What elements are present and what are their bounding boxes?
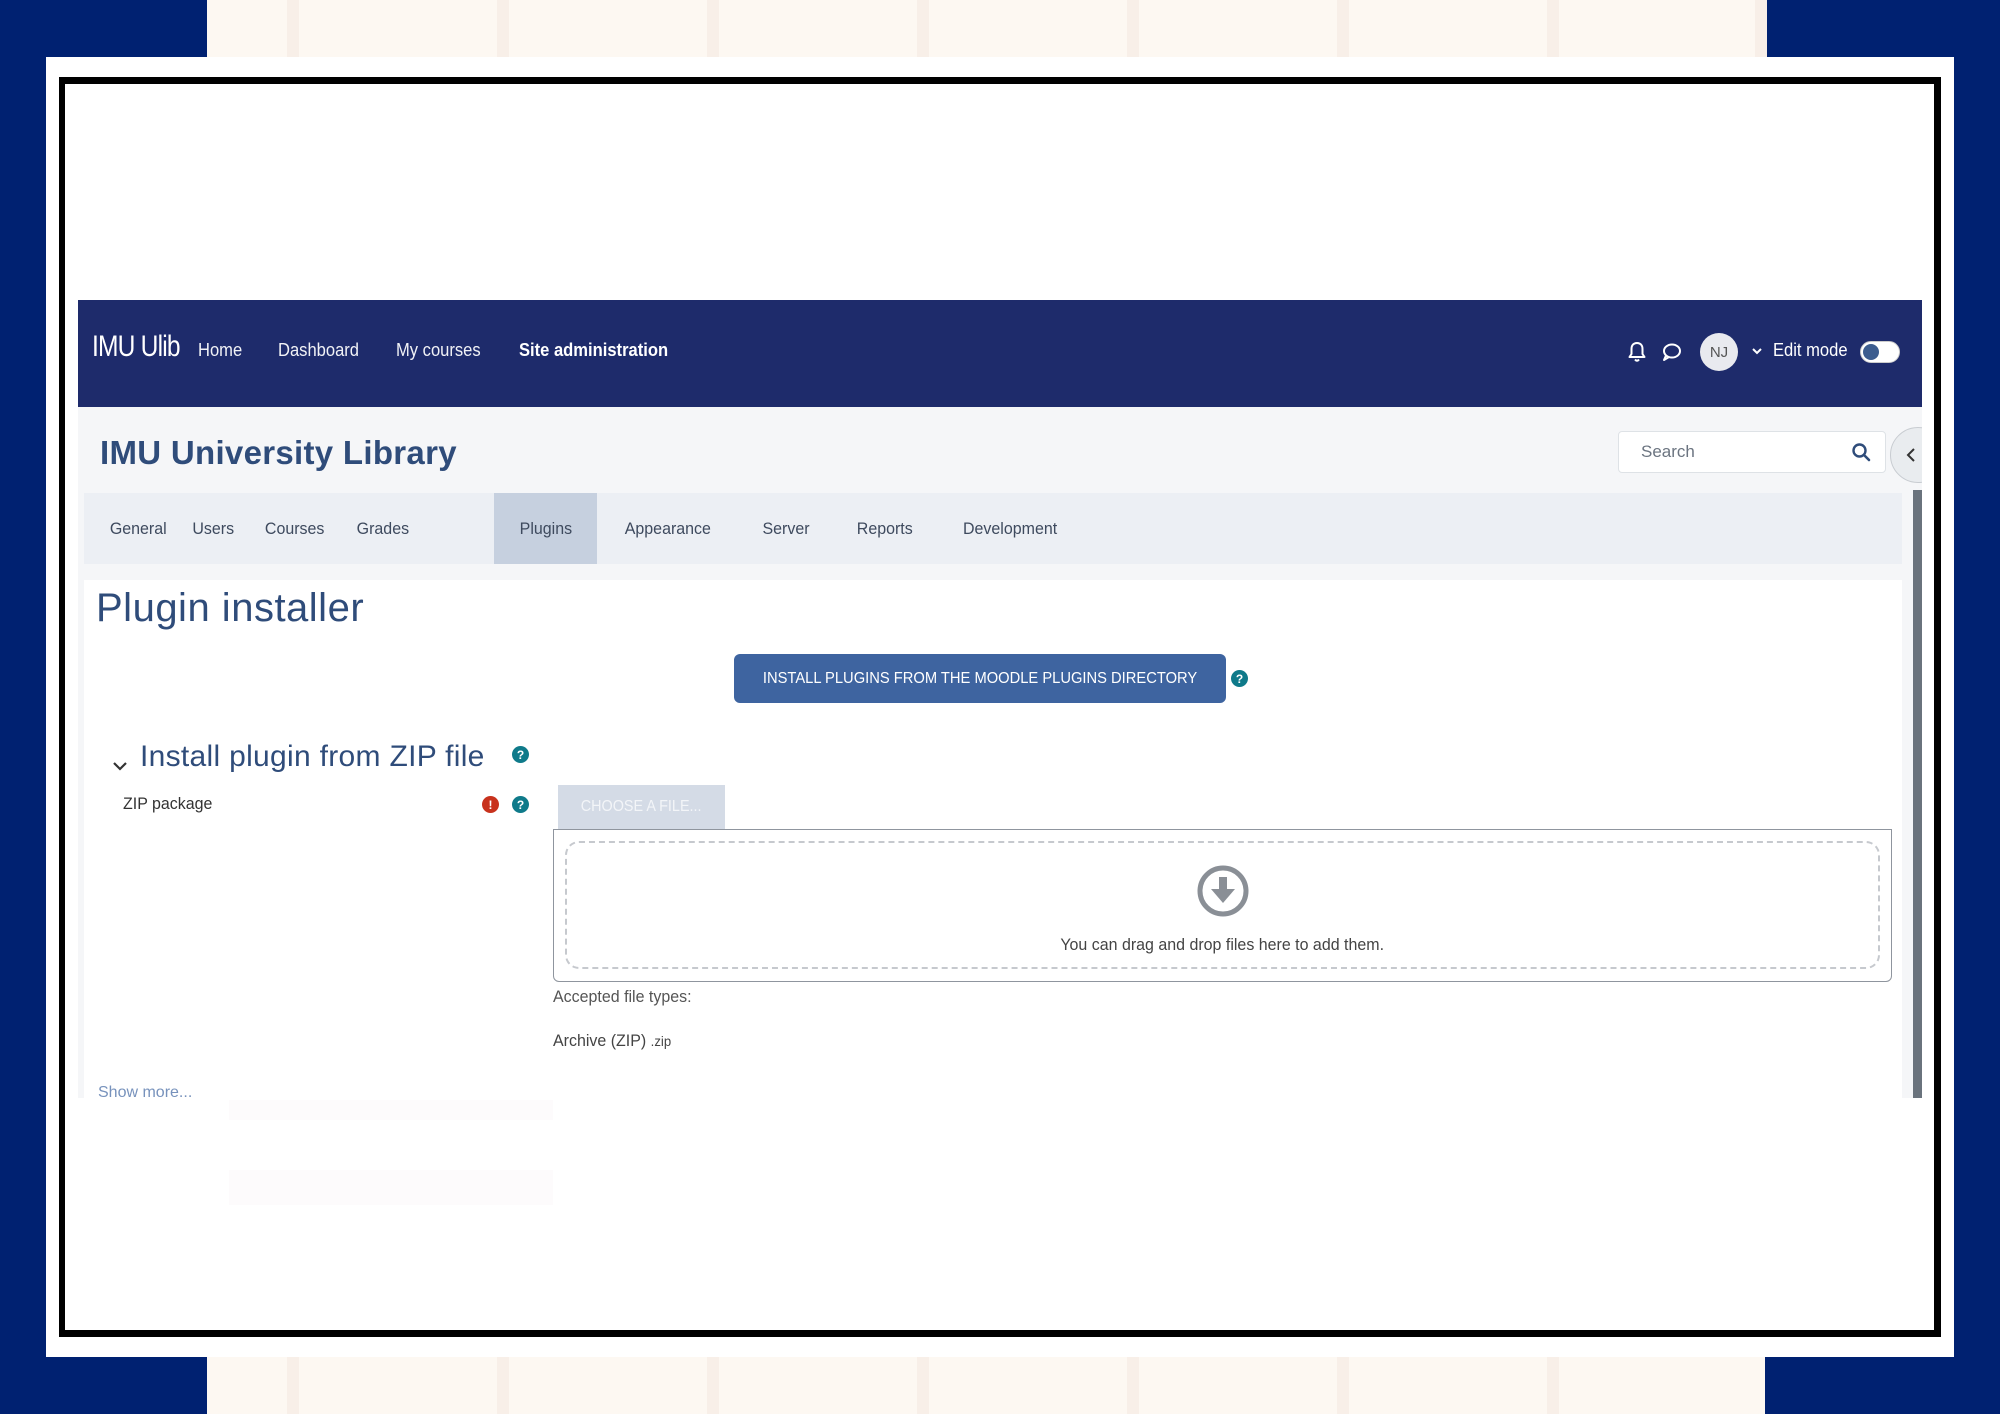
button-label: CHOOSE A FILE... <box>581 798 702 815</box>
stripe <box>497 0 509 57</box>
tab-label: General <box>109 518 167 538</box>
dropzone-text-label: You can drag and drop files here to add … <box>1060 935 1385 954</box>
stripe <box>707 1357 719 1414</box>
site-logo[interactable]: IMU Ulib <box>92 330 181 364</box>
toggle-knob <box>1863 344 1879 360</box>
show-more-link[interactable]: Show more... <box>98 1084 192 1098</box>
scrollbar[interactable] <box>1913 490 1922 1098</box>
filetype-name: Archive (ZIP) <box>553 1031 647 1050</box>
dropzone-text: You can drag and drop files here to add … <box>567 935 1878 955</box>
stripe <box>1547 0 1559 57</box>
site-title: IMU University Library <box>100 434 457 471</box>
tab-label: Reports <box>856 518 913 538</box>
tab-grades[interactable]: Grades <box>331 493 435 564</box>
stripe <box>1547 1357 1559 1414</box>
chat-bubble-icon[interactable] <box>1660 340 1682 364</box>
help-icon[interactable]: ? <box>512 746 529 763</box>
tab-label: Appearance <box>624 518 711 538</box>
edit-mode-label: Edit mode <box>1773 340 1848 360</box>
nav-my-courses[interactable]: My courses <box>396 340 481 361</box>
tab-reports[interactable]: Reports <box>831 493 939 564</box>
stripe <box>707 0 719 57</box>
admin-tabs: General Users Courses Grades Plugins App… <box>84 493 1902 564</box>
stripe <box>497 1357 509 1414</box>
tab-label: Courses <box>264 518 325 538</box>
stripe <box>1337 1357 1349 1414</box>
stripe <box>287 0 299 57</box>
tab-server[interactable]: Server <box>737 493 835 564</box>
tab-label: Server <box>762 518 810 538</box>
nav-dashboard[interactable]: Dashboard <box>278 340 359 361</box>
search-icon[interactable] <box>1851 442 1871 462</box>
stripe <box>1127 0 1139 57</box>
faded-placeholder <box>229 1170 553 1205</box>
help-icon[interactable]: ? <box>512 796 529 813</box>
stripe <box>1337 0 1349 57</box>
dropzone-dashed-area: You can drag and drop files here to add … <box>565 841 1880 969</box>
choose-file-button[interactable]: CHOOSE A FILE... <box>558 785 725 829</box>
accepted-types-label: Accepted file types: <box>553 987 692 1006</box>
zip-package-label: ZIP package <box>123 794 213 813</box>
tab-label: Users <box>192 518 235 538</box>
tab-plugins[interactable]: Plugins <box>494 493 597 564</box>
user-avatar[interactable]: NJ <box>1700 333 1738 371</box>
tab-label: Development <box>963 518 1058 538</box>
faded-placeholder <box>229 1100 553 1120</box>
stripe <box>287 1357 299 1414</box>
user-initials: NJ <box>1709 343 1729 361</box>
user-menu-chevron-icon[interactable] <box>1750 344 1764 358</box>
search-input[interactable] <box>1619 432 1839 472</box>
section-title[interactable]: Install plugin from ZIP file <box>140 740 485 774</box>
tab-label: Grades <box>356 518 410 538</box>
install-from-directory-button[interactable]: INSTALL PLUGINS FROM THE MOODLE PLUGINS … <box>734 654 1226 703</box>
cream-strip-top <box>207 0 1767 57</box>
accepted-filetype: Archive (ZIP) .zip <box>553 1031 671 1051</box>
top-navbar: IMU Ulib Home Dashboard My courses Site … <box>78 300 1922 407</box>
stripe <box>1755 0 1767 57</box>
tab-label: Plugins <box>519 518 573 538</box>
nav-site-administration[interactable]: Site administration <box>519 340 668 361</box>
bell-icon[interactable] <box>1626 340 1648 364</box>
nav-home[interactable]: Home <box>198 340 242 361</box>
browser-viewport: IMU Ulib Home Dashboard My courses Site … <box>78 300 1922 1098</box>
help-icon[interactable]: ? <box>1231 670 1248 687</box>
file-dropzone[interactable]: You can drag and drop files here to add … <box>553 829 1892 982</box>
edit-mode-toggle[interactable] <box>1860 341 1900 363</box>
drawer-toggle-button[interactable] <box>1890 427 1922 483</box>
page-title: Plugin installer <box>96 586 365 630</box>
tab-appearance[interactable]: Appearance <box>598 493 738 564</box>
stripe <box>917 1357 929 1414</box>
download-arrow-icon <box>1197 865 1248 917</box>
button-label: INSTALL PLUGINS FROM THE MOODLE PLUGINS … <box>762 669 1198 687</box>
stripe <box>917 0 929 57</box>
cream-strip-bottom <box>207 1357 1765 1414</box>
chevron-left-icon <box>1906 448 1915 462</box>
filetype-extension: .zip <box>650 1033 672 1049</box>
search-box <box>1618 431 1886 473</box>
required-icon: ! <box>482 796 499 813</box>
tab-development[interactable]: Development <box>936 493 1084 564</box>
collapse-chevron-icon[interactable] <box>110 756 130 776</box>
stripe <box>1127 1357 1139 1414</box>
main-content: Plugin installer INSTALL PLUGINS FROM TH… <box>84 580 1902 1098</box>
